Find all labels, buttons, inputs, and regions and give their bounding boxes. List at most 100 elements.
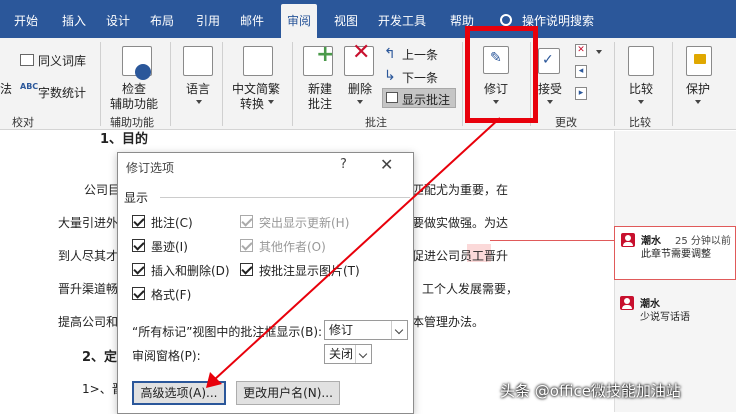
delete-comment-button[interactable]: 删除 [348, 80, 372, 97]
group-separator [222, 42, 223, 126]
accessibility-person-icon [135, 64, 151, 80]
doc-line: 提高公司和 [58, 315, 119, 329]
next-comment-button[interactable]: 下一条 [402, 69, 438, 86]
doc-heading-purpose: 1、目的 [100, 132, 149, 147]
comment-text: 此章节需要调整 [641, 249, 711, 260]
wordcount-icon: ABC [20, 82, 39, 91]
tab-developer[interactable]: 开发工具 [378, 0, 426, 38]
section-divider [160, 197, 410, 198]
next-comment-icon: ↳ [384, 68, 396, 84]
plus-icon: + [316, 42, 335, 67]
comments-group-label: 批注 [365, 116, 387, 129]
lightbulb-icon [500, 14, 512, 26]
change-user-name-button[interactable]: 更改用户名(N)... [236, 381, 340, 405]
doc-line: 本管理办法。 [412, 315, 485, 329]
balloons-label: “所有标记”视图中的批注框显示(B): [132, 325, 323, 339]
balloons-select[interactable]: 修订 [324, 320, 408, 340]
avatar [620, 296, 634, 310]
accept-button[interactable]: 接受 [538, 80, 562, 97]
doc-line: 匹配尤为重要，在 [412, 183, 509, 197]
close-icon: ✕ [352, 40, 371, 65]
show-comments-label: 显示批注 [402, 93, 451, 107]
track-changes-options-dialog: 修订选项 ? ✕ 显示 批注(C) 墨迹(I) 插入和删除(D) 格式(F) 突… [117, 152, 414, 414]
doc-heading-definition: 2、定 [82, 350, 118, 365]
advanced-options-button[interactable]: 高级选项(A)... [132, 381, 226, 405]
tab-review[interactable]: 审阅 [281, 4, 318, 42]
help-button[interactable]: ? [340, 157, 347, 172]
tab-mailings[interactable]: 邮件 [240, 0, 264, 38]
other-authors-checkbox [240, 239, 253, 252]
show-section-label: 显示 [124, 191, 149, 205]
dialog-title: 修订选项 [126, 161, 175, 175]
lock-icon [694, 54, 706, 64]
spelling-button-partial[interactable]: 法 [0, 80, 12, 97]
chevron-down-icon [357, 100, 363, 104]
group-separator [614, 42, 615, 126]
comments-checkbox-label: 批注(C) [151, 216, 193, 230]
reviewing-pane-select-value: 关闭 [329, 347, 354, 361]
chevron-down-icon [547, 100, 553, 104]
ink-checkbox[interactable] [132, 239, 145, 252]
comment-balloon[interactable]: 潮水 少说写话语 [614, 292, 736, 323]
track-changes-highlight [465, 26, 538, 123]
pictures-by-comments-checkbox-label: 按批注显示图片(T) [259, 264, 360, 278]
tab-design[interactable]: 设计 [106, 0, 130, 38]
compare-button[interactable]: 比较 [629, 80, 653, 97]
compare-group-label: 比较 [629, 116, 651, 129]
protect-button[interactable]: 保护 [686, 80, 710, 97]
doc-line: 工个人发展需要， [422, 282, 519, 296]
wordcount-button[interactable]: 字数统计 [38, 84, 86, 101]
comments-checkbox[interactable] [132, 215, 145, 228]
show-comments-icon [386, 92, 398, 103]
language-icon [183, 46, 213, 76]
group-separator [100, 42, 101, 126]
doc-line: 晋升渠道畅 [58, 282, 119, 296]
doc-line: 到人尽其才 [58, 249, 119, 263]
comment-text: 少说写话语 [640, 312, 690, 323]
accessibility-check-line2[interactable]: 辅助功能 [110, 95, 158, 112]
tab-view[interactable]: 视图 [334, 0, 358, 38]
reviewing-pane-label: 审阅窗格(P): [132, 349, 201, 363]
chevron-down-icon [391, 321, 407, 339]
tab-insert[interactable]: 插入 [62, 0, 86, 38]
reject-icon[interactable]: ✕ [575, 44, 587, 57]
formatting-checkbox[interactable] [132, 287, 145, 300]
group-separator [292, 42, 293, 126]
highlight-updates-checkbox-label: 突出显示更新(H) [259, 216, 350, 230]
group-separator [170, 42, 171, 126]
doc-line: 大量引进外 [58, 216, 119, 230]
doc-line: 公司目 [84, 183, 121, 197]
watermark-text: 头条 @office微技能加油站 [500, 382, 681, 400]
chevron-down-icon [596, 50, 602, 54]
chevron-down-icon [638, 100, 644, 104]
insertions-deletions-checkbox-label: 插入和删除(D) [151, 264, 230, 278]
previous-comment-button[interactable]: 上一条 [402, 46, 438, 63]
chevron-down-icon [268, 100, 274, 104]
new-comment-line2[interactable]: 批注 [308, 95, 332, 112]
language-button[interactable]: 语言 [186, 80, 210, 97]
other-authors-checkbox-label: 其他作者(O) [259, 240, 326, 254]
group-separator [672, 42, 673, 126]
thesaurus-button[interactable]: 同义词库 [38, 52, 86, 69]
chinese-conversion-line2[interactable]: 转换 [240, 95, 264, 112]
close-button[interactable]: ✕ [380, 155, 393, 174]
ink-checkbox-label: 墨迹(I) [151, 240, 188, 254]
previous-change-icon[interactable]: ◂ [575, 65, 587, 78]
insertions-deletions-checkbox[interactable] [132, 263, 145, 276]
changes-group-label: 更改 [555, 116, 577, 129]
previous-comment-icon: ↰ [384, 46, 396, 62]
chevron-down-icon [196, 100, 202, 104]
tab-home[interactable]: 开始 [14, 0, 38, 38]
ribbon-tab-bar: 开始 插入 设计 布局 引用 邮件 审阅 视图 开发工具 帮助 操作说明搜索 [0, 0, 736, 42]
proofing-group-label: 校对 [12, 116, 34, 129]
doc-line: 促进公司员工晋升 [412, 249, 509, 263]
next-change-icon[interactable]: ▸ [575, 87, 587, 100]
pictures-by-comments-checkbox[interactable] [240, 263, 253, 276]
tab-references[interactable]: 引用 [196, 0, 220, 38]
balloons-select-value: 修订 [329, 323, 354, 337]
reviewing-pane-select[interactable]: 关闭 [324, 344, 372, 364]
tab-layout[interactable]: 布局 [150, 0, 174, 38]
highlight-updates-checkbox [240, 215, 253, 228]
compare-icon [628, 46, 654, 76]
comment-balloon[interactable]: 潮水 25 分钟以前 此章节需要调整 [614, 226, 736, 280]
